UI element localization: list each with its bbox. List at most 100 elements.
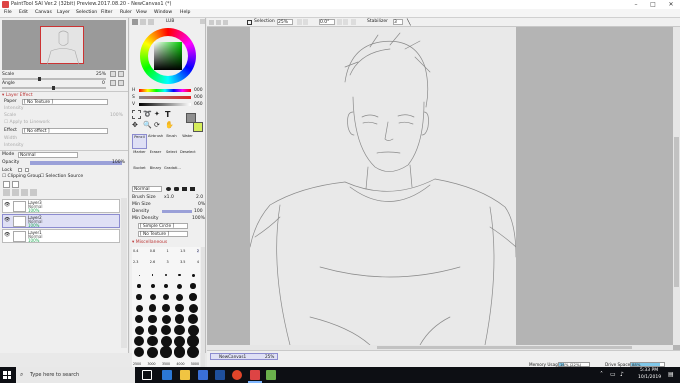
menu-help[interactable]: Help xyxy=(180,10,190,15)
nav-angle-slider-handle[interactable] xyxy=(52,86,55,90)
deselect-tool[interactable]: Deselect xyxy=(180,150,196,165)
preset-size[interactable]: 2.6 xyxy=(150,260,155,264)
preset-size[interactable]: 3 xyxy=(167,260,169,264)
menu-view[interactable]: View xyxy=(136,10,147,15)
text-tool-icon[interactable]: T xyxy=(165,110,174,119)
edge-soft-icon[interactable] xyxy=(166,187,171,191)
color-wheel-tab-icon[interactable] xyxy=(132,19,138,25)
clock-time[interactable]: 5:33 PM xyxy=(640,368,658,373)
new-layer-icon[interactable] xyxy=(3,181,10,188)
zoom-field[interactable]: 25% xyxy=(277,19,293,25)
menu-selection[interactable]: Selection xyxy=(76,10,97,15)
paper-texture-select[interactable]: [ No Texture ] xyxy=(22,99,108,105)
new-folder-icon[interactable] xyxy=(12,181,19,188)
zoom-icon[interactable]: 🔍 xyxy=(143,121,152,130)
taskbar-search-box[interactable]: ⌕ Type here to search xyxy=(16,367,135,383)
menu-file[interactable]: File xyxy=(4,10,12,15)
selection-checkbox[interactable] xyxy=(247,20,252,25)
selection-source-checkbox[interactable]: ☐ Selection Source xyxy=(40,173,83,180)
rotate-right-button[interactable] xyxy=(118,80,124,86)
clock-date[interactable]: 10/1/2019 xyxy=(638,375,661,380)
app-icon[interactable] xyxy=(266,370,276,380)
flip-horizontal-button[interactable] xyxy=(351,19,356,25)
opacity-slider[interactable] xyxy=(30,161,122,165)
menu-filter[interactable]: Filter xyxy=(101,10,112,15)
clear-layer-icon[interactable] xyxy=(21,189,28,196)
view-toggle-icon[interactable] xyxy=(216,20,221,25)
rect-select-icon[interactable] xyxy=(132,110,141,119)
rotate-icon[interactable]: ⟳ xyxy=(154,121,163,130)
notifications-icon[interactable]: ▤ xyxy=(668,371,674,378)
preset-size[interactable]: 3000 xyxy=(147,362,155,366)
minimize-button[interactable]: – xyxy=(628,0,644,9)
edge-browser-icon[interactable] xyxy=(162,370,172,380)
gradation-tool[interactable]: Gradati... xyxy=(164,166,181,181)
select-tool[interactable]: Select xyxy=(164,150,179,165)
preset-size[interactable]: 1 xyxy=(167,249,169,253)
preset-size[interactable]: 3.5 xyxy=(180,260,185,264)
rotate-left-button[interactable] xyxy=(110,80,116,86)
zoom-in-button[interactable] xyxy=(303,19,308,25)
rotate-right-button[interactable] xyxy=(343,19,348,25)
painttool-sai-icon[interactable] xyxy=(250,370,260,380)
brush-preset[interactable] xyxy=(173,346,186,358)
navigator-preview[interactable] xyxy=(2,20,126,70)
lock-pixels-checkbox[interactable] xyxy=(25,168,29,172)
brush-preset[interactable] xyxy=(160,346,172,358)
eye-icon[interactable]: 👁 xyxy=(4,233,10,238)
scrollbar-thumb[interactable] xyxy=(674,137,679,287)
lub-tab[interactable]: LUB xyxy=(166,19,174,24)
mail-icon[interactable] xyxy=(215,370,225,380)
canvas-vertical-scrollbar[interactable] xyxy=(673,27,680,345)
windows-start-icon[interactable] xyxy=(3,371,11,379)
delete-layer-icon[interactable] xyxy=(30,189,37,196)
menu-edit[interactable]: Edit xyxy=(19,10,28,15)
preset-size[interactable]: 0.8 xyxy=(150,249,155,253)
volume-icon[interactable]: ♪ xyxy=(620,371,624,378)
presets-scrollbar[interactable] xyxy=(201,247,205,369)
scrollbar-thumb[interactable] xyxy=(377,346,632,349)
misc-header[interactable]: ▾ Miscellaneous xyxy=(132,239,167,246)
layer-scrollbar[interactable] xyxy=(121,198,127,348)
edge-sharp-icon[interactable] xyxy=(190,187,195,191)
preset-size-selected[interactable]: 2 xyxy=(196,249,199,253)
preset-size[interactable]: 3500 xyxy=(162,362,170,366)
marker-tool[interactable]: Marker xyxy=(132,150,147,165)
value-slider[interactable] xyxy=(139,103,191,106)
saturation-slider[interactable] xyxy=(139,96,191,99)
close-button[interactable]: ✕ xyxy=(663,0,679,9)
tray-chevron-icon[interactable]: ˄ xyxy=(600,371,603,378)
color-wheel[interactable] xyxy=(140,28,196,84)
edge-hard-icon[interactable] xyxy=(182,187,187,191)
scratchpad-tab-icon[interactable] xyxy=(200,19,205,24)
effect-select[interactable]: [ No effect ] xyxy=(22,128,108,134)
drawing-canvas[interactable] xyxy=(249,27,517,346)
eye-icon[interactable]: 👁 xyxy=(4,203,10,208)
rgb-tab-icon[interactable] xyxy=(140,19,146,25)
secondary-color-swatch[interactable] xyxy=(193,122,203,132)
preset-size[interactable]: 4 xyxy=(197,260,199,264)
blend-mode-select[interactable]: Normal xyxy=(18,152,78,158)
brush-tool[interactable]: Brush xyxy=(164,134,179,149)
file-explorer-icon[interactable] xyxy=(180,370,190,380)
network-icon[interactable]: ▭ xyxy=(610,371,616,378)
water-tool[interactable]: Water xyxy=(180,134,195,149)
hsv-tab-icon[interactable] xyxy=(148,19,154,25)
menu-canvas[interactable]: Canvas xyxy=(35,10,52,15)
brush-texture-select[interactable]: [ No Texture ] xyxy=(138,231,188,237)
brush-size-multiplier[interactable]: x1.0 xyxy=(164,194,174,201)
nav-angle-slider[interactable] xyxy=(2,86,106,90)
hand-icon[interactable]: ✋ xyxy=(165,121,174,130)
layer-item[interactable]: 👁 Layer3 Normal 100% xyxy=(2,199,120,213)
brush-preset[interactable] xyxy=(147,346,159,358)
line-tool-icon[interactable]: ╲ xyxy=(407,19,411,26)
canvas-tab[interactable]: NewCanvas1 25% xyxy=(210,353,278,360)
view-toggle-icon[interactable] xyxy=(223,20,228,25)
hue-slider[interactable] xyxy=(139,89,191,92)
lock-transparency-checkbox[interactable] xyxy=(18,168,22,172)
clipping-group-checkbox[interactable]: ☐ Clipping Group xyxy=(2,173,41,180)
brush-preset[interactable] xyxy=(133,346,145,358)
view-toggle-icon[interactable] xyxy=(209,20,214,25)
angle-field[interactable]: 0.0° xyxy=(319,19,335,25)
maximize-button[interactable]: □ xyxy=(645,0,661,9)
